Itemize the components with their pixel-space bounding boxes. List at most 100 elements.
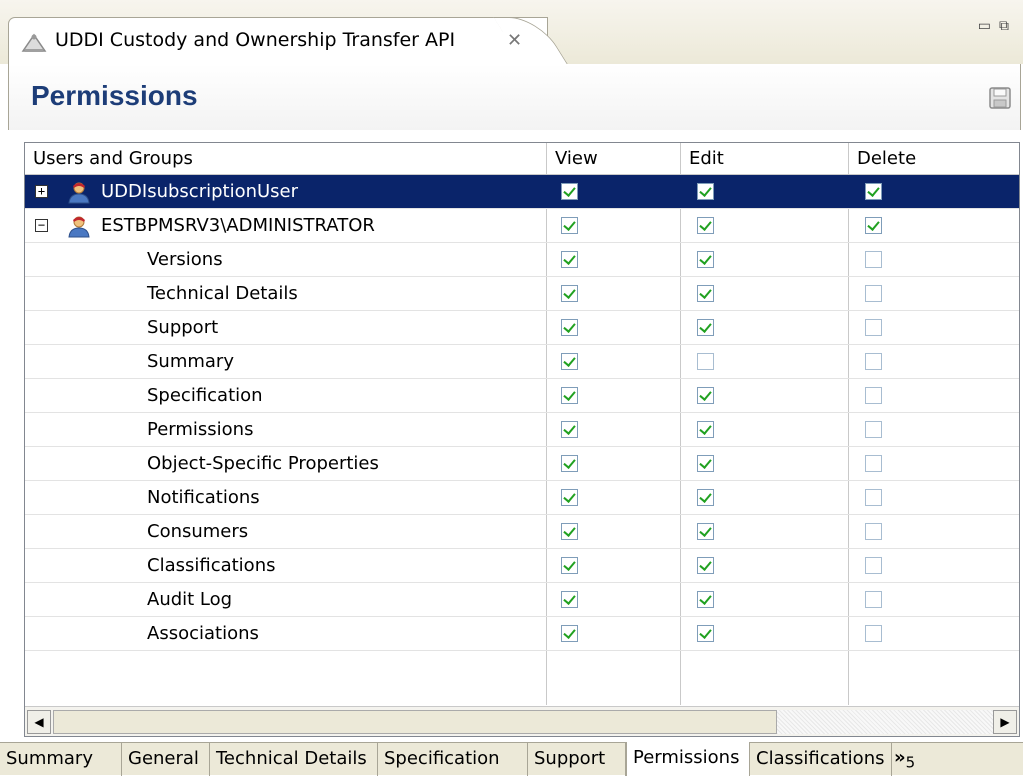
scroll-right-icon[interactable]: ▶ [993, 710, 1017, 734]
row-name: Classifications [147, 555, 276, 576]
tab-technical-details[interactable]: Technical Details [210, 743, 378, 776]
view-checkbox[interactable] [561, 591, 578, 608]
horizontal-scrollbar[interactable]: ◀ ▶ [25, 706, 1019, 736]
row-name: Consumers [147, 521, 249, 542]
row-name: Audit Log [147, 589, 233, 610]
edit-checkbox[interactable] [697, 319, 714, 336]
permissions-table: Users and Groups View Edit Delete + UDDIs… [24, 142, 1020, 737]
row-name: Support [147, 317, 219, 338]
delete-checkbox[interactable] [865, 319, 882, 336]
row-name: Summary [147, 351, 234, 372]
table-row[interactable]: − ESTBPMSRV3\ADMINISTRATOR [25, 209, 1019, 243]
delete-checkbox[interactable] [865, 625, 882, 642]
delete-checkbox[interactable] [865, 421, 882, 438]
edit-checkbox[interactable] [697, 183, 714, 200]
delete-checkbox[interactable] [865, 387, 882, 404]
view-checkbox[interactable] [561, 625, 578, 642]
table-row[interactable]: Audit Log [25, 583, 1019, 617]
view-checkbox[interactable] [561, 183, 578, 200]
delete-checkbox[interactable] [865, 489, 882, 506]
edit-checkbox[interactable] [697, 251, 714, 268]
api-service-icon [21, 33, 47, 52]
table-row[interactable]: Classifications [25, 549, 1019, 583]
delete-checkbox[interactable] [865, 353, 882, 370]
expand-icon[interactable]: + [35, 185, 48, 198]
scrollbar-thumb[interactable] [53, 710, 777, 734]
editor-page-tabs: Classifications Permissions Support Specifi… [0, 742, 1023, 776]
restore-icon[interactable]: ⧉ [999, 18, 1017, 34]
tab-general[interactable]: General [122, 743, 210, 776]
row-name: Specification [147, 385, 263, 406]
view-checkbox[interactable] [561, 489, 578, 506]
column-header-delete[interactable]: Delete [849, 143, 1019, 174]
edit-checkbox[interactable] [697, 217, 714, 234]
table-row[interactable]: Object-Specific Properties [25, 447, 1019, 481]
table-row[interactable]: Consumers [25, 515, 1019, 549]
view-checkbox[interactable] [561, 319, 578, 336]
view-checkbox[interactable] [561, 251, 578, 268]
scrollbar-track[interactable] [777, 710, 993, 734]
table-row[interactable]: Specification [25, 379, 1019, 413]
table-row[interactable]: Technical Details [25, 277, 1019, 311]
delete-checkbox[interactable] [865, 523, 882, 540]
delete-checkbox[interactable] [865, 183, 882, 200]
delete-checkbox[interactable] [865, 251, 882, 268]
view-checkbox[interactable] [561, 285, 578, 302]
scroll-left-icon[interactable]: ◀ [27, 710, 51, 734]
edit-checkbox[interactable] [697, 387, 714, 404]
edit-checkbox[interactable] [697, 285, 714, 302]
view-checkbox[interactable] [561, 557, 578, 574]
view-checkbox[interactable] [561, 353, 578, 370]
edit-checkbox[interactable] [697, 455, 714, 472]
close-icon[interactable]: ✕ [507, 30, 522, 51]
delete-checkbox[interactable] [865, 557, 882, 574]
column-header-edit[interactable]: Edit [681, 143, 849, 174]
row-name: Object-Specific Properties [147, 453, 379, 474]
more-tabs-icon: » [894, 747, 906, 768]
more-tabs-button[interactable]: »5 [894, 743, 915, 776]
edit-checkbox[interactable] [697, 421, 714, 438]
table-row[interactable]: Support [25, 311, 1019, 345]
view-checkbox[interactable] [561, 217, 578, 234]
view-checkbox[interactable] [561, 455, 578, 472]
tab-permissions[interactable]: Permissions [626, 742, 750, 776]
column-header-view[interactable]: View [547, 143, 681, 174]
row-name: Notifications [147, 487, 260, 508]
form-header: Permissions [8, 64, 1021, 130]
edit-checkbox[interactable] [697, 489, 714, 506]
minimize-icon[interactable]: ▭ [978, 18, 999, 34]
edit-checkbox[interactable] [697, 557, 714, 574]
editor-tab[interactable]: UDDI Custody and Ownership Transfer API … [8, 17, 548, 65]
delete-checkbox[interactable] [865, 455, 882, 472]
user-icon [67, 214, 91, 238]
edit-checkbox[interactable] [697, 353, 714, 370]
view-checkbox[interactable] [561, 523, 578, 540]
window-controls: ▭⧉ [978, 18, 1017, 34]
tab-specification[interactable]: Specification [378, 743, 528, 776]
row-name: UDDIsubscriptionUser [101, 181, 299, 202]
table-row[interactable]: Notifications [25, 481, 1019, 515]
edit-checkbox[interactable] [697, 625, 714, 642]
user-icon [67, 180, 91, 204]
table-row[interactable]: Versions [25, 243, 1019, 277]
column-header-users[interactable]: Users and Groups [25, 143, 547, 174]
row-name: Associations [147, 623, 259, 644]
edit-checkbox[interactable] [697, 591, 714, 608]
save-icon[interactable] [988, 86, 1012, 110]
editor-tab-title: UDDI Custody and Ownership Transfer API [55, 29, 456, 51]
table-row[interactable]: Associations [25, 617, 1019, 651]
tab-classifications[interactable]: Classifications [750, 743, 892, 776]
table-row[interactable]: Permissions [25, 413, 1019, 447]
view-checkbox[interactable] [561, 387, 578, 404]
tab-support[interactable]: Support [528, 743, 626, 776]
table-row[interactable]: Summary [25, 345, 1019, 379]
delete-checkbox[interactable] [865, 285, 882, 302]
edit-checkbox[interactable] [697, 523, 714, 540]
table-row[interactable]: + UDDIsubscriptionUser [25, 175, 1019, 209]
collapse-icon[interactable]: − [35, 219, 48, 232]
delete-checkbox[interactable] [865, 591, 882, 608]
view-checkbox[interactable] [561, 421, 578, 438]
delete-checkbox[interactable] [865, 217, 882, 234]
tab-summary[interactable]: Summary [0, 743, 122, 776]
page-title: Permissions [31, 80, 198, 111]
